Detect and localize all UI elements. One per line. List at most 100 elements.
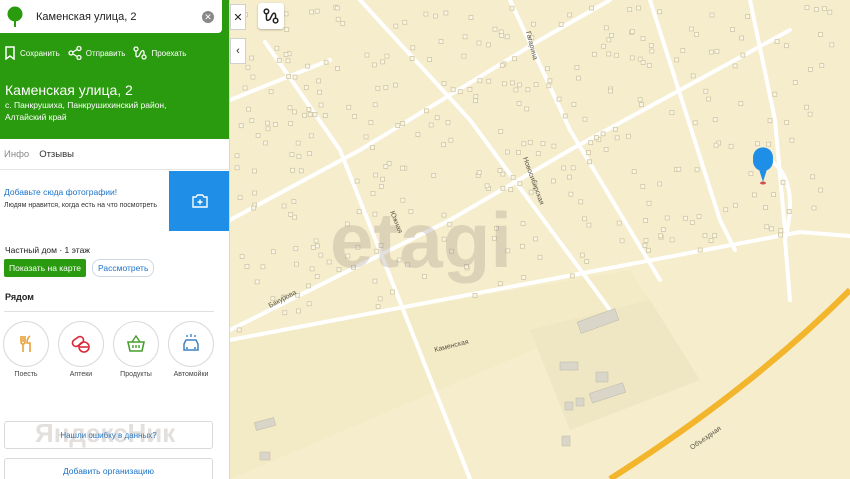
house-dot — [763, 205, 768, 210]
house-dot — [682, 215, 688, 221]
clear-search-icon[interactable]: ✕ — [202, 10, 214, 23]
house-dot — [810, 174, 816, 180]
house-dot — [733, 202, 738, 208]
house-dot — [640, 36, 646, 41]
house-dot — [486, 42, 491, 48]
house-dot — [316, 78, 321, 84]
house-dot — [306, 301, 312, 307]
map-svg: Гагарина Новосибирская Южная Бакурова Ка… — [228, 0, 850, 479]
category-food-label: Поесть — [14, 371, 38, 378]
house-dot — [664, 215, 670, 221]
house-dot — [484, 183, 490, 189]
house-dot — [276, 57, 282, 63]
show-on-map-button[interactable]: Показать на карте — [4, 259, 86, 277]
house-dot — [612, 126, 618, 132]
house-dot — [245, 64, 251, 70]
house-dot — [516, 150, 521, 155]
house-dot — [745, 14, 750, 20]
house-dot — [587, 159, 592, 165]
house-dot — [568, 191, 574, 197]
map-route-button[interactable] — [258, 3, 284, 29]
house-dot — [393, 23, 399, 29]
house-dot — [295, 140, 301, 146]
save-button[interactable]: Сохранить — [4, 46, 60, 60]
house-dot — [510, 175, 516, 180]
house-dot — [370, 144, 376, 150]
add-organization-button[interactable]: Добавить организацию — [4, 458, 213, 479]
house-dot — [508, 187, 514, 193]
house-dot — [614, 52, 620, 58]
category-pharmacy[interactable]: Аптеки — [58, 321, 104, 378]
house-dot — [424, 108, 429, 114]
house-dot — [689, 219, 695, 225]
house-dot — [236, 327, 242, 333]
category-groceries[interactable]: Продукты — [113, 321, 159, 378]
house-dot — [284, 27, 290, 33]
close-icon: ✕ — [233, 11, 243, 24]
house-dot — [588, 140, 594, 146]
house-dot — [669, 237, 675, 243]
house-dot — [547, 78, 553, 84]
search-bar[interactable]: Каменская улица, 2 ✕ — [0, 0, 222, 33]
add-photo-link[interactable]: Добавьте сюда фотографии! — [4, 187, 164, 197]
house-dot — [637, 97, 643, 103]
house-dot — [739, 35, 745, 41]
house-dot — [636, 5, 641, 11]
house-dot — [260, 264, 266, 270]
house-dot — [752, 192, 757, 198]
house-dot — [383, 163, 389, 169]
view-button[interactable]: Рассмотреть — [91, 259, 155, 277]
house-dot — [380, 59, 385, 65]
tab-reviews[interactable]: Отзывы — [39, 149, 74, 160]
close-panel-button[interactable]: ✕ — [230, 4, 246, 30]
tree-logo-icon[interactable] — [0, 0, 30, 33]
house-dot — [509, 5, 515, 11]
house-dot — [504, 34, 510, 40]
house-dot — [281, 203, 287, 209]
map-canvas[interactable]: Гагарина Новосибирская Южная Бакурова Ка… — [35, 0, 850, 479]
house-dot — [286, 74, 292, 79]
house-dot — [314, 8, 320, 14]
house-dot — [528, 189, 534, 195]
house-dot — [764, 224, 770, 230]
house-dot — [818, 187, 823, 193]
house-dot — [292, 74, 298, 80]
house-dot — [372, 102, 378, 108]
house-dot — [499, 62, 505, 68]
category-carwash[interactable]: Автомойки — [168, 321, 214, 378]
tab-info[interactable]: Инфо — [4, 149, 29, 160]
house-dot — [322, 113, 328, 118]
add-photo-button[interactable] — [169, 171, 229, 231]
route-button[interactable]: Проехать — [133, 46, 186, 60]
house-dot — [740, 52, 746, 58]
house-dot — [696, 214, 702, 220]
house-dot — [383, 85, 389, 90]
house-dot — [818, 32, 823, 37]
house-dot — [509, 80, 515, 86]
house-dot — [252, 190, 258, 196]
house-dot — [579, 252, 585, 258]
house-dot — [594, 135, 599, 140]
house-dot — [658, 233, 663, 239]
house-dot — [619, 238, 625, 244]
collapse-panel-button[interactable]: ‹ — [230, 38, 246, 64]
house-dot — [298, 168, 304, 174]
place-header: Каменская улица, 2 ✕ Сохранить Отправить… — [0, 0, 229, 139]
bookmark-icon — [5, 46, 15, 60]
search-input[interactable]: Каменская улица, 2 — [30, 11, 202, 23]
house-dot — [317, 89, 322, 95]
house-dot — [486, 78, 492, 84]
house-dot — [660, 226, 666, 232]
category-food[interactable]: Поесть — [3, 321, 49, 378]
fork-knife-icon — [3, 321, 49, 367]
house-dot — [657, 181, 663, 187]
house-dot — [521, 141, 527, 147]
share-button[interactable]: Отправить — [68, 46, 125, 60]
house-dot — [576, 75, 582, 81]
house-dot — [307, 151, 312, 157]
house-dot — [512, 56, 518, 62]
house-dot — [504, 149, 510, 155]
house-dot — [708, 238, 714, 244]
house-dot — [789, 137, 795, 143]
house-dot — [608, 33, 614, 38]
